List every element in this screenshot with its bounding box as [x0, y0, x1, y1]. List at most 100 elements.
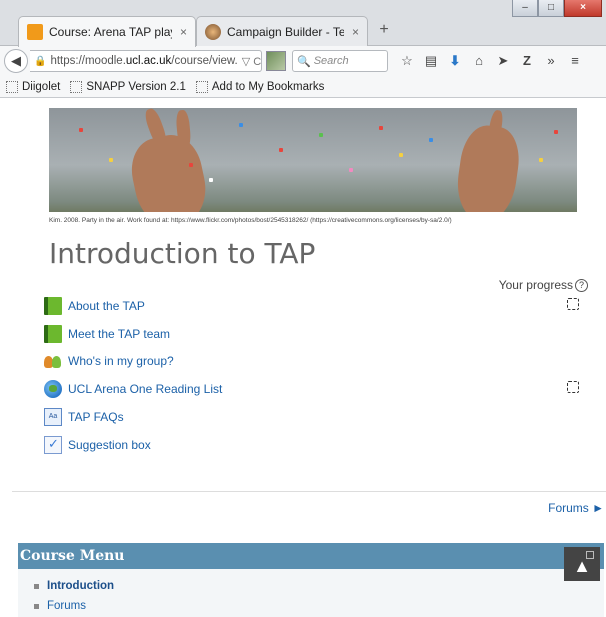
window-controls: – □ × — [512, 0, 602, 18]
confetti — [209, 178, 213, 182]
activity-label[interactable]: Suggestion box — [68, 438, 151, 452]
moodle-favicon-icon — [27, 24, 43, 40]
bookmarks-bar: Diigolet SNAPP Version 2.1 Add to My Boo… — [0, 76, 606, 98]
bookmark-icon — [6, 80, 18, 93]
book-icon — [44, 297, 62, 315]
reload-icon[interactable]: ▽ C — [238, 55, 261, 68]
course-menu-body: Introduction Forums — [18, 569, 604, 617]
menu-icon[interactable]: ≡ — [564, 50, 586, 72]
home-icon[interactable]: ⌂ — [468, 50, 490, 72]
bookmark-add-to-my-bookmarks[interactable]: Add to My Bookmarks — [195, 80, 324, 93]
help-icon[interactable]: ? — [575, 278, 588, 292]
bookmark-snapp[interactable]: SNAPP Version 2.1 — [70, 80, 186, 93]
mailchimp-favicon-icon — [205, 23, 221, 40]
confetti — [399, 153, 403, 157]
confetti — [429, 138, 433, 142]
bullet-icon — [34, 603, 39, 609]
search-placeholder: Search — [313, 55, 349, 67]
left-hand-image — [125, 129, 213, 212]
confetti — [349, 168, 353, 172]
menu-item-forums[interactable]: Forums — [34, 600, 86, 612]
bookmark-icon — [195, 80, 208, 93]
search-icon: 🔍 — [297, 55, 311, 68]
menu-item-label[interactable]: Introduction — [47, 580, 114, 592]
tab-strip: – □ × Course: Arena TAP plaype... × Camp… — [0, 0, 606, 47]
page-content: Kim. 2008. Party in the air. Work found … — [12, 99, 606, 617]
back-arrow-icon: ◀ — [11, 53, 21, 68]
bookmark-label: SNAPP Version 2.1 — [86, 80, 186, 93]
download-icon[interactable]: ⬇ — [444, 50, 466, 72]
group-icon — [44, 352, 62, 370]
maximize-button[interactable]: □ — [538, 0, 564, 17]
bullet-icon — [34, 583, 39, 589]
menu-item-introduction[interactable]: Introduction — [34, 580, 114, 592]
confetti — [379, 126, 383, 130]
tab-title: Course: Arena TAP plaype... — [49, 25, 172, 39]
confetti — [319, 133, 323, 137]
tab-close-icon[interactable]: × — [352, 25, 359, 39]
activity-tap-faqs[interactable]: Aa TAP FAQs — [44, 407, 124, 427]
url-domain: ucl.ac.uk — [125, 55, 172, 67]
new-tab-button[interactable]: + — [374, 20, 394, 40]
navigation-bar: ◀ 🔒 https://moodle. ucl.ac.uk/course/view… — [0, 46, 606, 76]
clipboard-icon[interactable]: ▤ — [420, 50, 442, 72]
activity-suggestion-box[interactable]: Suggestion box — [44, 435, 151, 455]
menu-item-label[interactable]: Forums — [47, 600, 86, 612]
activity-whos-in-my-group[interactable]: Who's in my group? — [44, 351, 174, 371]
arrow-up-icon: ▲ — [573, 556, 591, 576]
confetti — [554, 130, 558, 134]
activity-reading-list[interactable]: UCL Arena One Reading List — [44, 379, 222, 399]
forums-next-section-link[interactable]: Forums ► — [548, 501, 604, 515]
tab-moodle-course[interactable]: Course: Arena TAP plaype... × — [18, 16, 196, 47]
section-divider — [12, 491, 606, 492]
bookmark-diigolet[interactable]: Diigolet — [6, 80, 61, 93]
activity-label[interactable]: TAP FAQs — [68, 410, 124, 424]
glossary-icon: Aa — [44, 408, 62, 426]
progress-label: Your progress — [498, 278, 573, 292]
activity-meet-the-tap-team[interactable]: Meet the TAP team — [44, 324, 170, 344]
url-suffix: /course/view. — [171, 55, 238, 67]
course-menu-header: Course Menu — [18, 543, 604, 569]
browser-window: – □ × Course: Arena TAP plaype... × Camp… — [0, 0, 606, 617]
completion-checkbox[interactable] — [567, 381, 579, 393]
page-title: Introduction to TAP — [49, 237, 316, 270]
activity-label[interactable]: Meet the TAP team — [68, 327, 170, 341]
bookmark-label: Diigolet — [22, 80, 61, 93]
scroll-to-top-button[interactable]: ▲ — [564, 547, 600, 581]
confetti — [239, 123, 243, 127]
activity-label[interactable]: About the TAP — [68, 299, 145, 313]
address-bar[interactable]: 🔒 https://moodle. ucl.ac.uk/course/view. … — [30, 50, 262, 72]
image-caption: Kim. 2008. Party in the air. Work found … — [49, 217, 452, 224]
confetti — [189, 163, 193, 167]
globe-icon — [44, 380, 62, 398]
bookmark-icon — [70, 80, 83, 93]
page-thumbnail-icon[interactable] — [266, 51, 286, 71]
toolbar-icons: ☆ ▤ ⬇ ⌂ ➤ Z » ≡ — [396, 50, 588, 72]
completion-checkbox[interactable] — [567, 298, 579, 310]
lock-icon: 🔒 — [34, 55, 47, 67]
star-icon[interactable]: ☆ — [396, 50, 418, 72]
activity-label[interactable]: UCL Arena One Reading List — [68, 382, 222, 396]
overflow-icon[interactable]: » — [540, 50, 562, 72]
progress-header: Your progress ? — [499, 278, 588, 292]
activity-label[interactable]: Who's in my group? — [68, 354, 174, 368]
tab-campaign-builder[interactable]: Campaign Builder - Templ... × — [196, 16, 368, 46]
url-prefix: https://moodle. — [50, 55, 126, 67]
book-icon — [44, 325, 62, 343]
minimize-button[interactable]: – — [512, 0, 538, 17]
confetti — [79, 128, 83, 132]
tab-close-icon[interactable]: × — [180, 25, 187, 39]
back-button[interactable]: ◀ — [4, 49, 28, 73]
send-icon[interactable]: ➤ — [492, 50, 514, 72]
confetti — [109, 158, 113, 162]
confetti — [539, 158, 543, 162]
close-window-button[interactable]: × — [564, 0, 602, 17]
zotero-icon[interactable]: Z — [516, 50, 538, 72]
confetti-banner-image — [49, 108, 577, 212]
tab-title: Campaign Builder - Templ... — [227, 24, 344, 39]
confetti — [279, 148, 283, 152]
activity-about-the-tap[interactable]: About the TAP — [44, 296, 145, 316]
feedback-icon — [44, 436, 62, 454]
dock-block-icon[interactable] — [586, 551, 594, 559]
search-input[interactable]: 🔍 Search — [292, 50, 388, 72]
